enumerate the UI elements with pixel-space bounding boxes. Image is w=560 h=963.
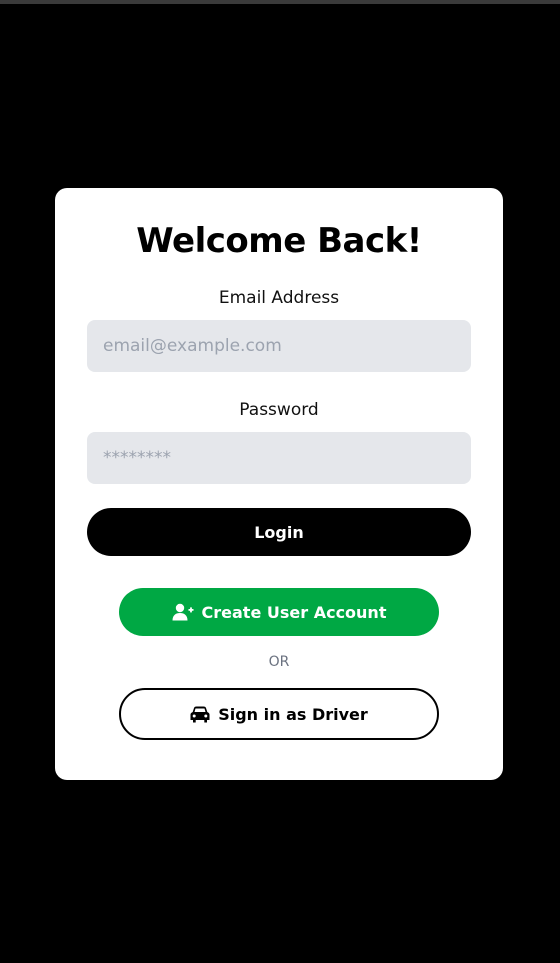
login-button[interactable]: Login [87, 508, 471, 556]
top-border [0, 0, 560, 4]
email-field[interactable] [87, 320, 471, 372]
login-card: Welcome Back! Email Address Password Log… [55, 188, 503, 780]
password-label: Password [239, 400, 319, 420]
or-divider: OR [268, 654, 290, 670]
user-plus-icon [172, 603, 194, 621]
car-icon [190, 706, 210, 723]
create-user-account-label: Create User Account [201, 602, 387, 622]
create-user-account-button[interactable]: Create User Account [119, 588, 439, 636]
page-title: Welcome Back! [136, 221, 422, 261]
email-label: Email Address [218, 288, 340, 308]
sign-in-as-driver-button[interactable]: Sign in as Driver [119, 688, 439, 740]
sign-in-as-driver-label: Sign in as Driver [218, 704, 368, 724]
password-field[interactable] [87, 432, 471, 484]
